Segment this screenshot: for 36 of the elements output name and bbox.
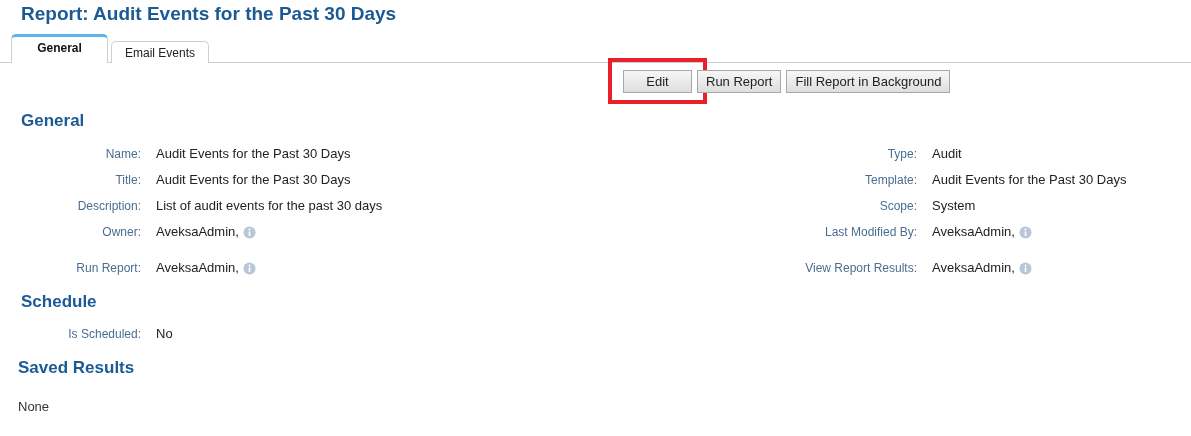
field-label: Run Report: <box>75 260 141 277</box>
field-label: Template: <box>863 172 917 189</box>
field-label: Name: <box>104 146 141 163</box>
field-value: Audit Events for the Past 30 Days <box>156 145 351 164</box>
field-value: AveksaAdmin, <box>156 259 239 278</box>
info-icon[interactable] <box>242 225 256 239</box>
section-heading: Saved Results <box>17 357 136 379</box>
field-value: List of audit events for the past 30 days <box>156 197 383 216</box>
action-button[interactable]: Edit <box>623 70 692 93</box>
field-label: Title: <box>114 172 141 189</box>
action-button[interactable]: Fill Report in Background <box>786 70 951 93</box>
section-heading: General <box>20 110 86 132</box>
info-icon[interactable] <box>1018 225 1032 239</box>
field-label: Type: <box>886 146 917 163</box>
field-value: AveksaAdmin, <box>932 223 1015 242</box>
empty-message: None <box>17 398 51 416</box>
field-value: AveksaAdmin, <box>932 259 1015 278</box>
field-label: Description: <box>76 198 141 215</box>
field-label: View Report Results: <box>804 260 917 277</box>
action-button[interactable]: Run Report <box>697 70 782 93</box>
field-label: Is Scheduled: <box>67 326 141 343</box>
field-label: Last Modified By: <box>823 224 917 241</box>
info-icon[interactable] <box>242 261 256 275</box>
field-label: Owner: <box>101 224 141 241</box>
info-icon[interactable] <box>1018 261 1032 275</box>
field-value: AveksaAdmin, <box>156 223 239 242</box>
field-value: Audit Events for the Past 30 Days <box>932 171 1127 190</box>
field-value: No <box>156 325 173 344</box>
tab[interactable]: General <box>11 34 108 63</box>
field-value: System <box>932 197 976 216</box>
field-value: Audit <box>932 145 962 164</box>
field-label: Scope: <box>878 198 917 215</box>
page-title: Report: Audit Events for the Past 30 Days <box>20 2 398 26</box>
section-heading: Schedule <box>20 291 98 313</box>
field-value: Audit Events for the Past 30 Days <box>156 171 351 190</box>
tab[interactable]: Email Events <box>111 41 210 63</box>
